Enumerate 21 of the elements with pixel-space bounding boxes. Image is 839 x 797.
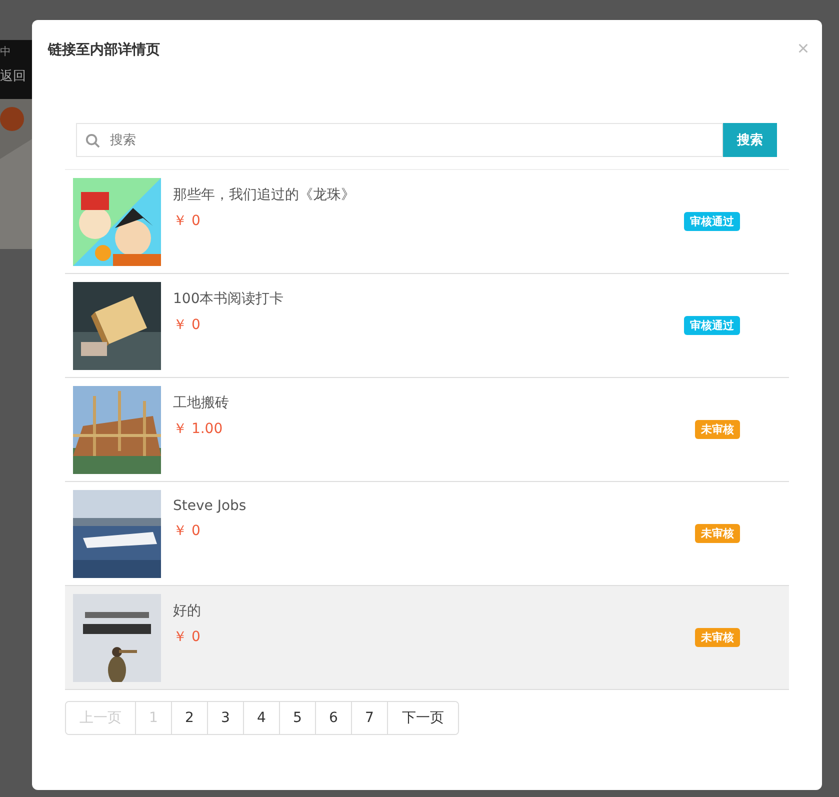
back-link[interactable]: 返回 (0, 67, 32, 85)
item-price: ￥ 1.00 (173, 420, 224, 438)
item-title: 好的 (173, 602, 202, 620)
status-text: 中 (0, 44, 12, 59)
item-title: 100本书阅读打卡 (173, 290, 285, 308)
item-title: 工地搬砖 (173, 394, 230, 412)
status-tag: 未审核 (695, 628, 740, 647)
item-price: ￥ 0 (173, 628, 202, 646)
item-title: Steve Jobs (173, 498, 248, 514)
search-icon (85, 133, 100, 148)
item-title: 那些年，我们追过的《龙珠》 (173, 186, 356, 204)
status-tag: 审核通过 (684, 212, 740, 231)
item-price: ￥ 0 (173, 316, 202, 334)
status-tag: 未审核 (695, 524, 740, 543)
item-price: ￥ 0 (173, 212, 202, 230)
dialog-title: 链接至内部详情页 (48, 40, 160, 58)
search-field[interactable]: 搜索 (76, 123, 723, 157)
list-item[interactable]: 好的 ￥ 0 未审核 (65, 586, 789, 690)
item-price: ￥ 0 (173, 522, 202, 540)
status-tag: 未审核 (695, 420, 740, 439)
status-tag: 审核通过 (684, 316, 740, 335)
